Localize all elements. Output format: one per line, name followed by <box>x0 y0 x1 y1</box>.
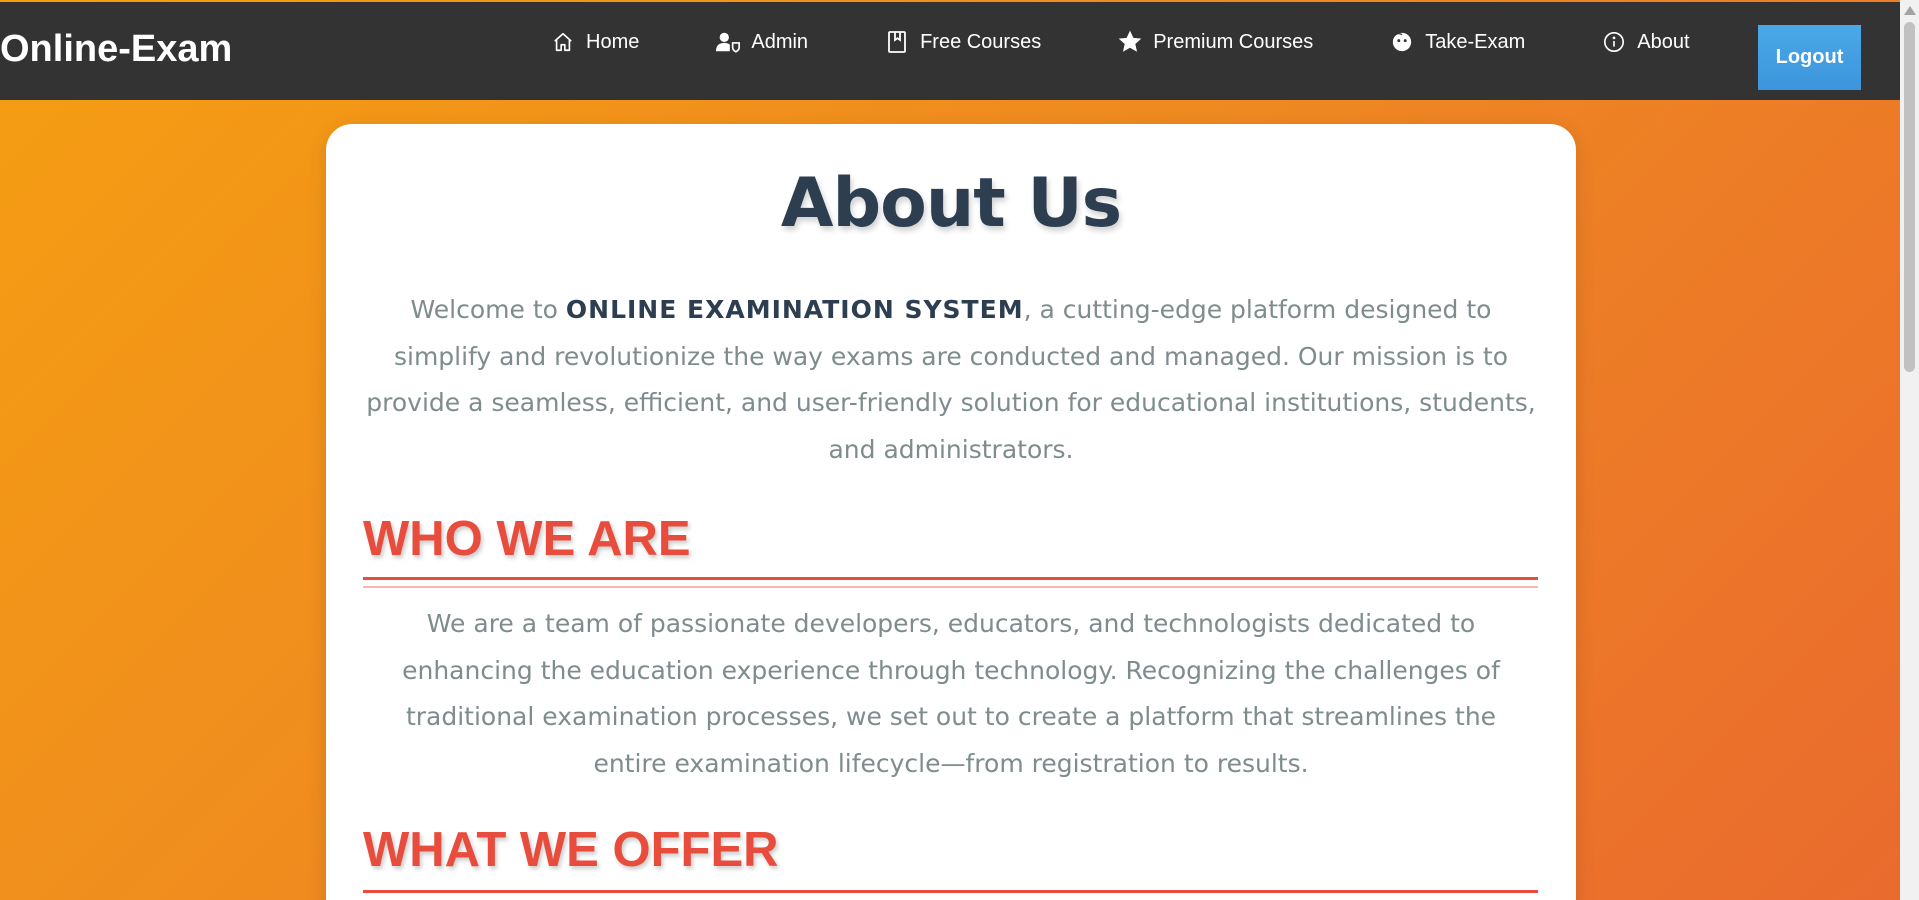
nav-item-label: Take-Exam <box>1425 30 1526 53</box>
top-navbar: Online-Exam Home Admin Free Courses Prem… <box>0 2 1900 100</box>
nav-item-home[interactable]: Home <box>550 29 639 55</box>
page-title: About Us <box>780 164 1122 243</box>
nav-item-label: Admin <box>751 30 809 53</box>
section-divider-light <box>363 586 1538 588</box>
nav-item-admin[interactable]: Admin <box>715 29 808 55</box>
page: Online-Exam Home Admin Free Courses Prem… <box>0 0 1919 900</box>
scrollbar-thumb[interactable] <box>1904 22 1915 372</box>
about-card: About Us Welcome to ONLINE EXAMINATION S… <box>326 124 1576 900</box>
star-icon <box>1117 29 1143 55</box>
home-icon <box>550 29 576 55</box>
face-icon <box>1389 29 1415 55</box>
section-divider <box>363 890 1538 893</box>
section-heading-who-we-are: WHO WE ARE <box>363 512 691 566</box>
intro-prefix: Welcome to <box>410 295 566 324</box>
nav-item-label: Free Courses <box>920 30 1042 53</box>
nav-links: Home Admin Free Courses Premium Courses … <box>550 26 1690 58</box>
scroll-up-arrow-icon[interactable] <box>1904 6 1916 15</box>
nav-item-label: Premium Courses <box>1153 30 1314 53</box>
nav-item-label: About <box>1637 30 1690 53</box>
brand-logo[interactable]: Online-Exam <box>0 28 232 71</box>
nav-item-take-exam[interactable]: Take-Exam <box>1389 29 1525 55</box>
admin-user-icon <box>715 29 741 55</box>
section-heading-what-we-offer: WHAT WE OFFER <box>363 823 779 877</box>
system-name: ONLINE EXAMINATION SYSTEM <box>565 295 1024 324</box>
info-icon <box>1601 29 1627 55</box>
intro-paragraph: Welcome to ONLINE EXAMINATION SYSTEM, a … <box>366 287 1536 473</box>
who-we-are-paragraph: We are a team of passionate developers, … <box>402 609 1500 778</box>
section-divider <box>363 577 1538 580</box>
nav-item-label: Home <box>586 30 640 53</box>
nav-item-free-courses[interactable]: Free Courses <box>884 29 1041 55</box>
nav-item-premium-courses[interactable]: Premium Courses <box>1117 29 1313 55</box>
logout-button[interactable]: Logout <box>1758 25 1861 90</box>
vertical-scrollbar[interactable] <box>1900 0 1919 900</box>
book-icon <box>884 29 910 55</box>
nav-item-about[interactable]: About <box>1601 29 1690 55</box>
